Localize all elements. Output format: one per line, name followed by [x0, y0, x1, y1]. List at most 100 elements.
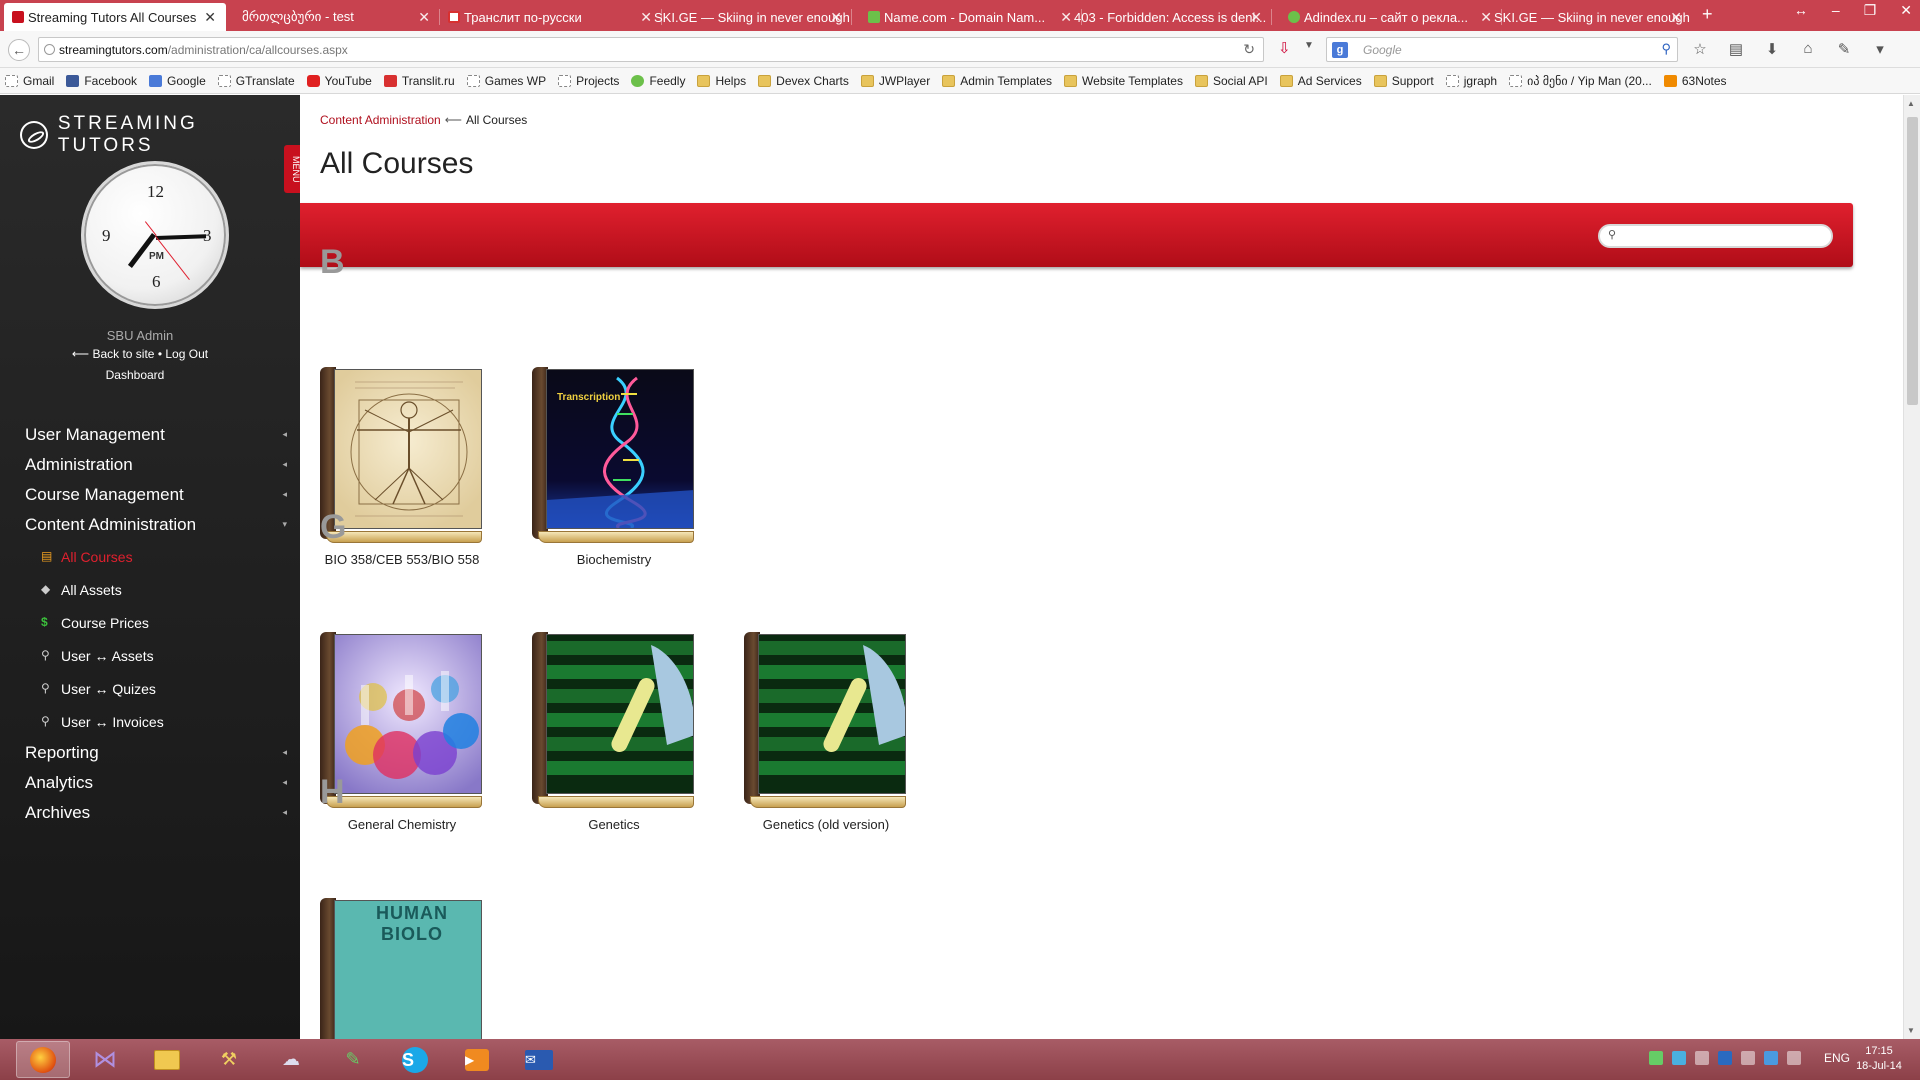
logout-link[interactable]: Log Out	[165, 347, 208, 361]
skype-icon[interactable]: S	[388, 1041, 442, 1078]
course-title[interactable]: Biochemistry	[532, 553, 704, 566]
tray-outlook-icon[interactable]	[1717, 1051, 1732, 1065]
tab-close-icon[interactable]: ✕	[1670, 9, 1682, 26]
bookmark-star-icon[interactable]: ☆	[1690, 40, 1710, 58]
sidebar-subitem-user-invoices[interactable]: ⚲ User ↔ Invoices	[25, 705, 287, 738]
bookmark-item[interactable]: Social API	[1194, 74, 1268, 88]
sidebar-item-course-management[interactable]: Course Management ◂	[25, 480, 287, 510]
dropdown-arrow-icon[interactable]: ▼	[1304, 40, 1314, 51]
course-card[interactable]: Genetics	[532, 632, 704, 831]
course-title[interactable]: Genetics (old version)	[744, 818, 916, 831]
back-button[interactable]: ←	[8, 39, 30, 61]
paint-icon[interactable]: ✎	[326, 1041, 380, 1078]
search-bar[interactable]: g Google ⚲	[1326, 37, 1678, 62]
bookmark-item[interactable]: იპ მენი / Yip Man (20...	[1509, 74, 1652, 88]
bookmark-item[interactable]: GTranslate	[217, 74, 295, 88]
dashboard-link[interactable]: Dashboard	[0, 368, 270, 382]
minimize-icon[interactable]: –	[1832, 2, 1840, 19]
tab-close-icon[interactable]: ✕	[418, 9, 430, 26]
bookmark-item[interactable]: Support	[1373, 74, 1434, 88]
brand-logo[interactable]: STREAMING TUTORS	[20, 113, 300, 157]
sidebar-item-administration[interactable]: Administration ◂	[25, 450, 287, 480]
sidebar-subitem-all-courses[interactable]: ▤ All Courses	[25, 540, 287, 573]
bookmark-item[interactable]: 63Notes	[1663, 74, 1727, 88]
dropdown-icon[interactable]: ▾	[1870, 40, 1890, 58]
language-indicator[interactable]: ENG	[1824, 1051, 1850, 1065]
tray-sync-icon[interactable]	[1763, 1051, 1778, 1065]
bookmark-item[interactable]: Website Templates	[1064, 74, 1183, 88]
sidebar-item-archives[interactable]: Archives ◂	[25, 798, 287, 828]
reload-icon[interactable]: ↻	[1243, 41, 1255, 58]
sidebar-item-user-management[interactable]: User Management ◂	[25, 420, 287, 450]
home-icon[interactable]: ⌂	[1798, 40, 1818, 58]
bookmark-item[interactable]: Admin Templates	[942, 74, 1052, 88]
sidebar-subitem-user-assets[interactable]: ⚲ User ↔ Assets	[25, 639, 287, 672]
bookmark-item[interactable]: Devex Charts	[758, 74, 849, 88]
tray-volume-icon[interactable]	[1786, 1051, 1801, 1065]
sidebar-item-content-administration[interactable]: Content Administration ▾	[25, 510, 287, 540]
course-card[interactable]: Genetics (old version)	[744, 632, 916, 831]
back-to-site-link[interactable]: ⟵ Back to site	[72, 347, 155, 361]
sidebar-subitem-all-assets[interactable]: ◆ All Assets	[25, 573, 287, 606]
tray-monitor-icon[interactable]	[1740, 1051, 1755, 1065]
browser-tab[interactable]: SKI.GE — Skiing in never enough ✕	[1470, 3, 1692, 31]
bookmark-item[interactable]: Facebook	[66, 74, 137, 88]
page-scrollbar[interactable]: ▲ ▼	[1903, 95, 1920, 1039]
bookmark-item[interactable]: Helps	[697, 74, 746, 88]
close-window-icon[interactable]: ✕	[1900, 2, 1912, 19]
media-player-icon[interactable]: ▶	[450, 1041, 504, 1078]
course-book-cover[interactable]	[532, 632, 694, 810]
tools-icon[interactable]: ⚒	[202, 1041, 256, 1078]
course-card[interactable]: General Chemistry	[320, 632, 492, 831]
browser-tab[interactable]: მრთლცბური - test ✕	[218, 3, 440, 31]
course-card[interactable]: Transcription Biochemistry	[532, 367, 704, 566]
search-icon[interactable]: ⚲	[1661, 41, 1671, 57]
sidebar-item-reporting[interactable]: Reporting ◂	[25, 738, 287, 768]
course-search-input[interactable]: ⚲	[1598, 224, 1833, 248]
bookmark-item[interactable]: Feedly	[631, 74, 685, 88]
bookmark-item[interactable]: Google	[149, 74, 206, 88]
course-card[interactable]: HUMAN BIOLO	[320, 898, 492, 1039]
bookmark-item[interactable]: Gmail	[5, 74, 54, 88]
bookmark-item[interactable]: YouTube	[306, 74, 372, 88]
course-title[interactable]: Genetics	[532, 818, 704, 831]
tray-app-icon[interactable]	[1648, 1051, 1663, 1065]
bookmark-item[interactable]: Translit.ru	[383, 74, 455, 88]
file-explorer-icon[interactable]	[140, 1041, 194, 1078]
sidebar-subitem-course-prices[interactable]: $ Course Prices	[25, 606, 287, 639]
maximize-icon[interactable]: ❐	[1864, 2, 1877, 19]
course-title[interactable]: General Chemistry	[320, 818, 492, 831]
download-helper-icon[interactable]: ⇩	[1278, 39, 1291, 57]
browser-tab[interactable]: Streaming Tutors All Courses ✕	[4, 3, 226, 31]
scroll-up-icon[interactable]: ▲	[1907, 99, 1915, 108]
scroll-down-icon[interactable]: ▼	[1907, 1026, 1915, 1035]
browser-tab[interactable]: Name.com - Domain Nam... ✕	[860, 3, 1082, 31]
downloads-icon[interactable]: ⬇	[1762, 40, 1782, 58]
course-book-cover[interactable]: HUMAN BIOLO	[320, 898, 482, 1039]
bookmark-item[interactable]: JWPlayer	[860, 74, 930, 88]
tray-flag-icon[interactable]	[1694, 1051, 1709, 1065]
breadcrumb-parent-link[interactable]: Content Administration	[320, 113, 441, 127]
tab-close-icon[interactable]: ✕	[830, 9, 842, 26]
tab-close-icon[interactable]: ✕	[204, 9, 216, 26]
addon-icon[interactable]: ✎	[1834, 40, 1854, 58]
browser-tab[interactable]: Транслит по-русски ✕	[440, 3, 662, 31]
course-book-cover[interactable]: Transcription	[532, 367, 694, 545]
sidebar-subitem-user-quizes[interactable]: ⚲ User ↔ Quizes	[25, 672, 287, 705]
new-tab-icon[interactable]: +	[1702, 4, 1713, 25]
browser-tab[interactable]: SKI.GE — Skiing in never enough ✕	[630, 3, 852, 31]
network-icon[interactable]: ☁	[264, 1041, 318, 1078]
taskbar-clock[interactable]: 17:15 18-Jul-14	[1850, 1044, 1908, 1074]
course-book-cover[interactable]	[744, 632, 906, 810]
bookmark-item[interactable]: jgraph	[1445, 74, 1497, 88]
bookmark-item[interactable]: Ad Services	[1279, 74, 1362, 88]
restore-size-icon[interactable]: ↔	[1794, 2, 1808, 19]
bookmark-item[interactable]: Games WP	[466, 74, 546, 88]
firefox-icon[interactable]	[16, 1041, 70, 1078]
browser-tab[interactable]: Adindex.ru – сайт о рекла... ✕	[1280, 3, 1502, 31]
tray-network-icon[interactable]	[1671, 1051, 1686, 1065]
mail-icon[interactable]: ✉	[512, 1041, 566, 1078]
address-bar[interactable]: streamingtutors.com/administration/ca/al…	[38, 37, 1264, 62]
sidebar-item-analytics[interactable]: Analytics ◂	[25, 768, 287, 798]
bookmark-item[interactable]: Projects	[558, 74, 619, 88]
